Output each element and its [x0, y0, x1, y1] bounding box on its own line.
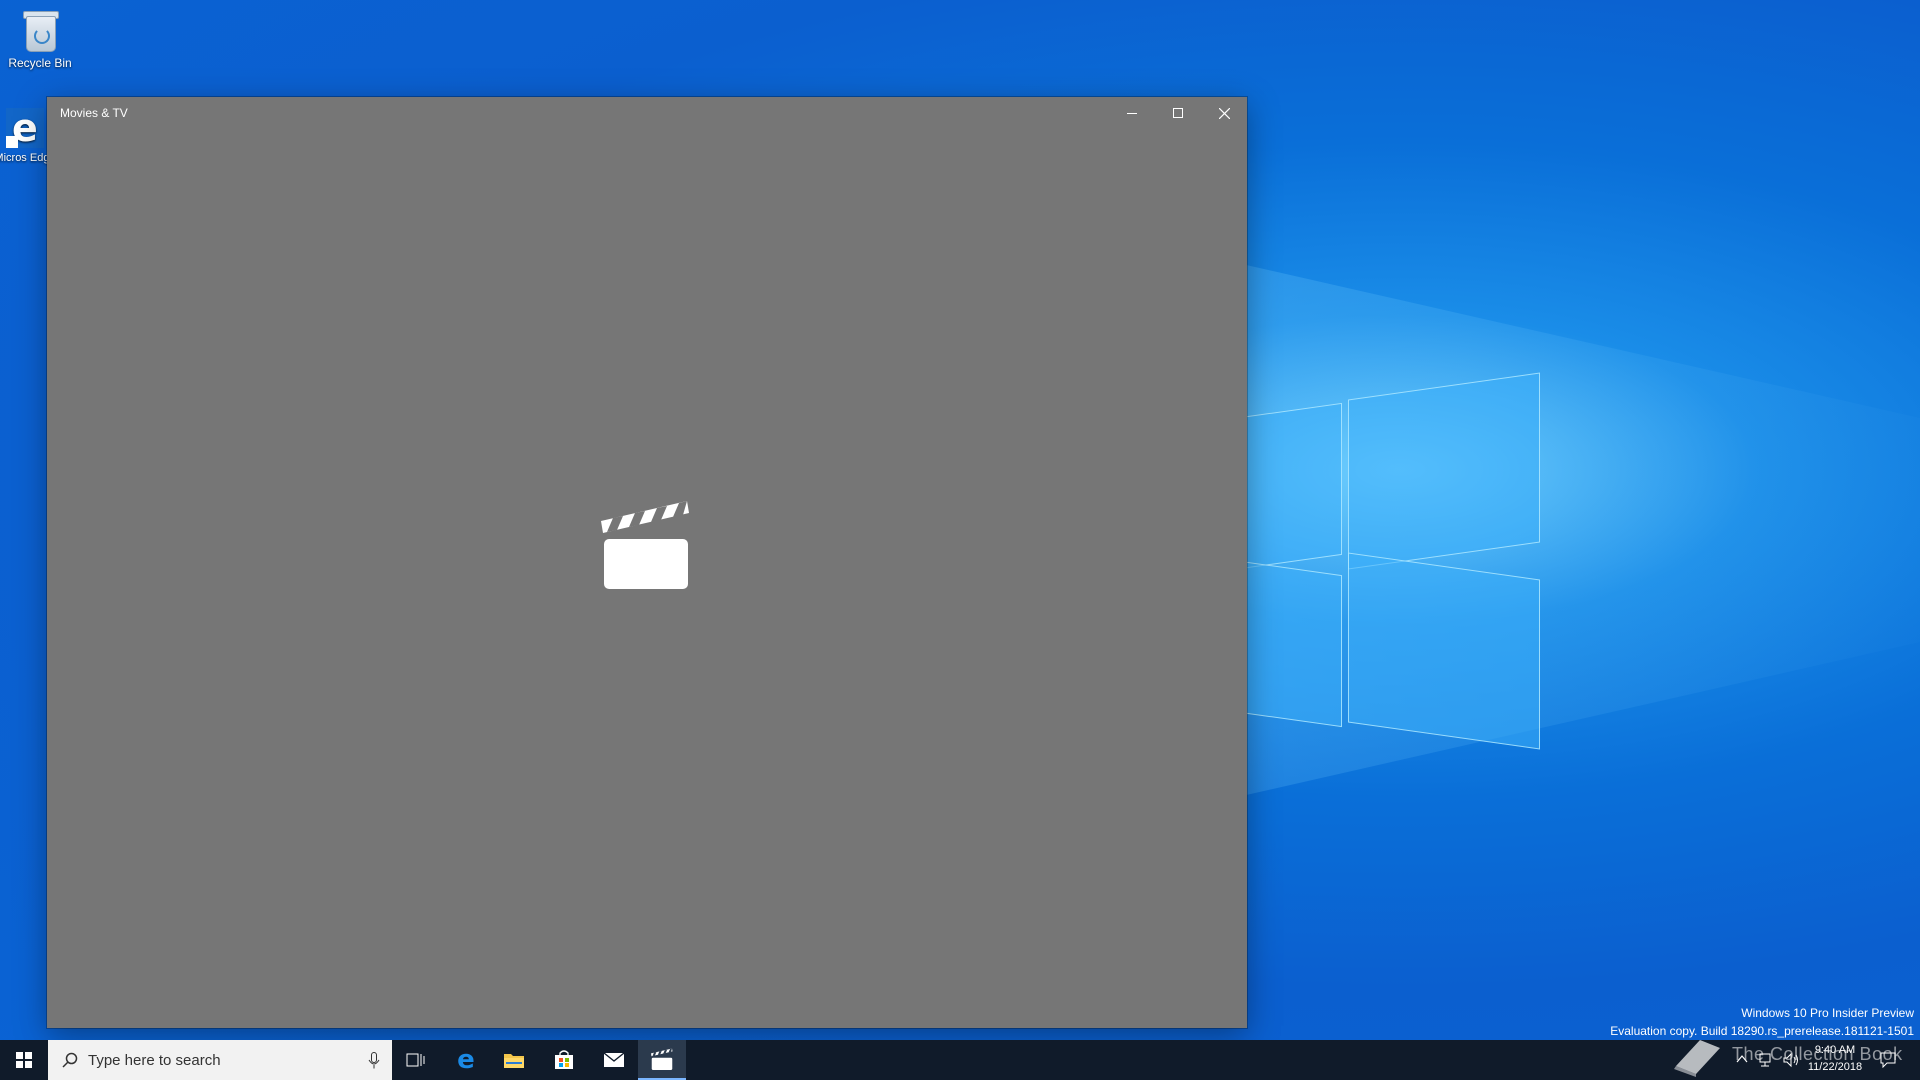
start-button[interactable]: [0, 1040, 48, 1080]
minimize-button[interactable]: [1109, 97, 1155, 129]
overlay-brand-text: The Collection Book: [1732, 1044, 1903, 1064]
taskbar-file-explorer-button[interactable]: [490, 1040, 538, 1080]
maximize-icon: [1173, 108, 1183, 118]
taskbar-store-button[interactable]: [540, 1040, 588, 1080]
edge-icon: e: [6, 106, 44, 150]
close-icon: [1218, 107, 1230, 119]
title-bar[interactable]: Movies & TV: [47, 97, 1247, 129]
windows-logo-wallpaper: [1240, 372, 1540, 750]
search-icon: [62, 1052, 78, 1068]
file-explorer-icon: [504, 1054, 524, 1068]
os-watermark-line2: Evaluation copy. Build 18290.rs_prerelea…: [1610, 1024, 1914, 1038]
task-view-button[interactable]: [392, 1040, 440, 1080]
window-title: Movies & TV: [60, 106, 128, 120]
minimize-icon: [1127, 113, 1137, 114]
taskbar-mail-button[interactable]: [590, 1040, 638, 1080]
search-box[interactable]: Type here to search: [48, 1040, 392, 1080]
movies-tv-window[interactable]: Movies & TV: [47, 97, 1247, 1028]
start-icon: [16, 1052, 32, 1068]
taskbar-movies-tv-button[interactable]: [638, 1040, 686, 1080]
search-placeholder: Type here to search: [88, 1052, 221, 1069]
store-icon: [555, 1050, 573, 1069]
desktop-icon-label: Recycle Bin: [8, 56, 72, 70]
microphone-icon[interactable]: [368, 1052, 380, 1069]
taskbar-edge-button[interactable]: e: [442, 1040, 490, 1080]
os-watermark-line1: Windows 10 Pro Insider Preview: [1741, 1006, 1914, 1020]
clapperboard-icon: [601, 501, 689, 589]
close-button[interactable]: [1201, 97, 1247, 129]
movies-tv-icon: [651, 1048, 673, 1070]
edge-icon: e: [457, 1045, 475, 1075]
taskbar: Type here to search e 9:40 AM 11/22/2018: [0, 1040, 1920, 1080]
task-view-icon: [406, 1053, 425, 1067]
maximize-button[interactable]: [1155, 97, 1201, 129]
desktop-icon-recycle-bin[interactable]: Recycle Bin: [0, 8, 80, 70]
recycle-bin-icon: [22, 8, 59, 52]
book-logo-icon: [1674, 1040, 1720, 1077]
mail-icon: [603, 1052, 625, 1067]
